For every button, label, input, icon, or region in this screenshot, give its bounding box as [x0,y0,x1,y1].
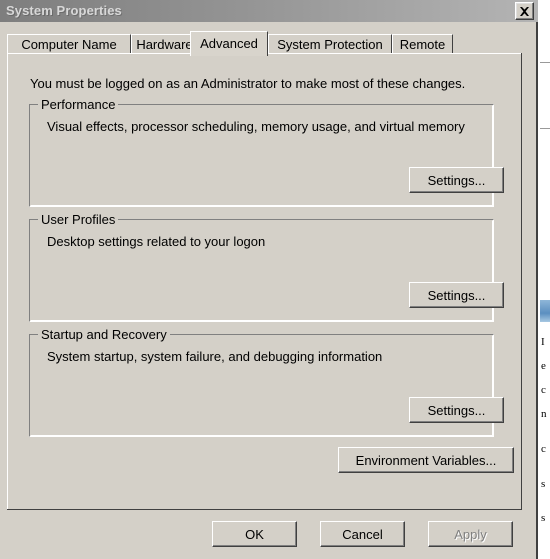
group-startup-recovery-title: Startup and Recovery [38,327,170,342]
background-rule [540,62,550,63]
background-text-fragment: I [541,336,545,348]
group-user-profiles: User Profiles Desktop settings related t… [29,212,504,322]
background-text-fragment: s [541,478,546,490]
apply-button: Apply [428,521,513,547]
group-startup-recovery: Startup and Recovery System startup, sys… [29,327,504,437]
background-text-fragment: n [541,408,547,420]
title-bar[interactable]: System Properties [0,0,538,22]
close-glyph [520,7,529,16]
tab-hardware[interactable]: Hardware [131,34,198,53]
tab-advanced[interactable]: Advanced [190,31,268,56]
close-icon[interactable] [515,2,534,20]
tab-system-protection[interactable]: System Protection [268,34,392,53]
window-title: System Properties [6,3,122,18]
background-rule [540,128,550,129]
startup-recovery-settings-button[interactable]: Settings... [409,397,504,423]
group-performance-description: Visual effects, processor scheduling, me… [47,119,465,134]
group-performance-title: Performance [38,97,119,112]
tab-remote[interactable]: Remote [392,34,453,53]
background-highlight [540,300,550,322]
background-text-fragment: c [541,384,546,396]
background-text-fragment: s [541,512,546,524]
background-text-fragment: e [541,360,546,372]
cancel-button[interactable]: Cancel [320,521,405,547]
system-properties-dialog: System Properties Computer Name Hardware… [0,0,538,559]
ok-button[interactable]: OK [212,521,297,547]
group-user-profiles-description: Desktop settings related to your logon [47,234,266,249]
user-profiles-settings-button[interactable]: Settings... [409,282,504,308]
performance-settings-button[interactable]: Settings... [409,167,504,193]
group-performance: Performance Visual effects, processor sc… [29,97,504,207]
environment-variables-button[interactable]: Environment Variables... [338,447,514,473]
advanced-tab-panel: You must be logged on as an Administrato… [7,53,522,510]
background-text-fragment: c [541,443,546,455]
administrator-note: You must be logged on as an Administrato… [30,76,466,91]
group-startup-recovery-description: System startup, system failure, and debu… [47,349,383,364]
tab-computer-name[interactable]: Computer Name [7,34,131,53]
group-user-profiles-title: User Profiles [38,212,119,227]
